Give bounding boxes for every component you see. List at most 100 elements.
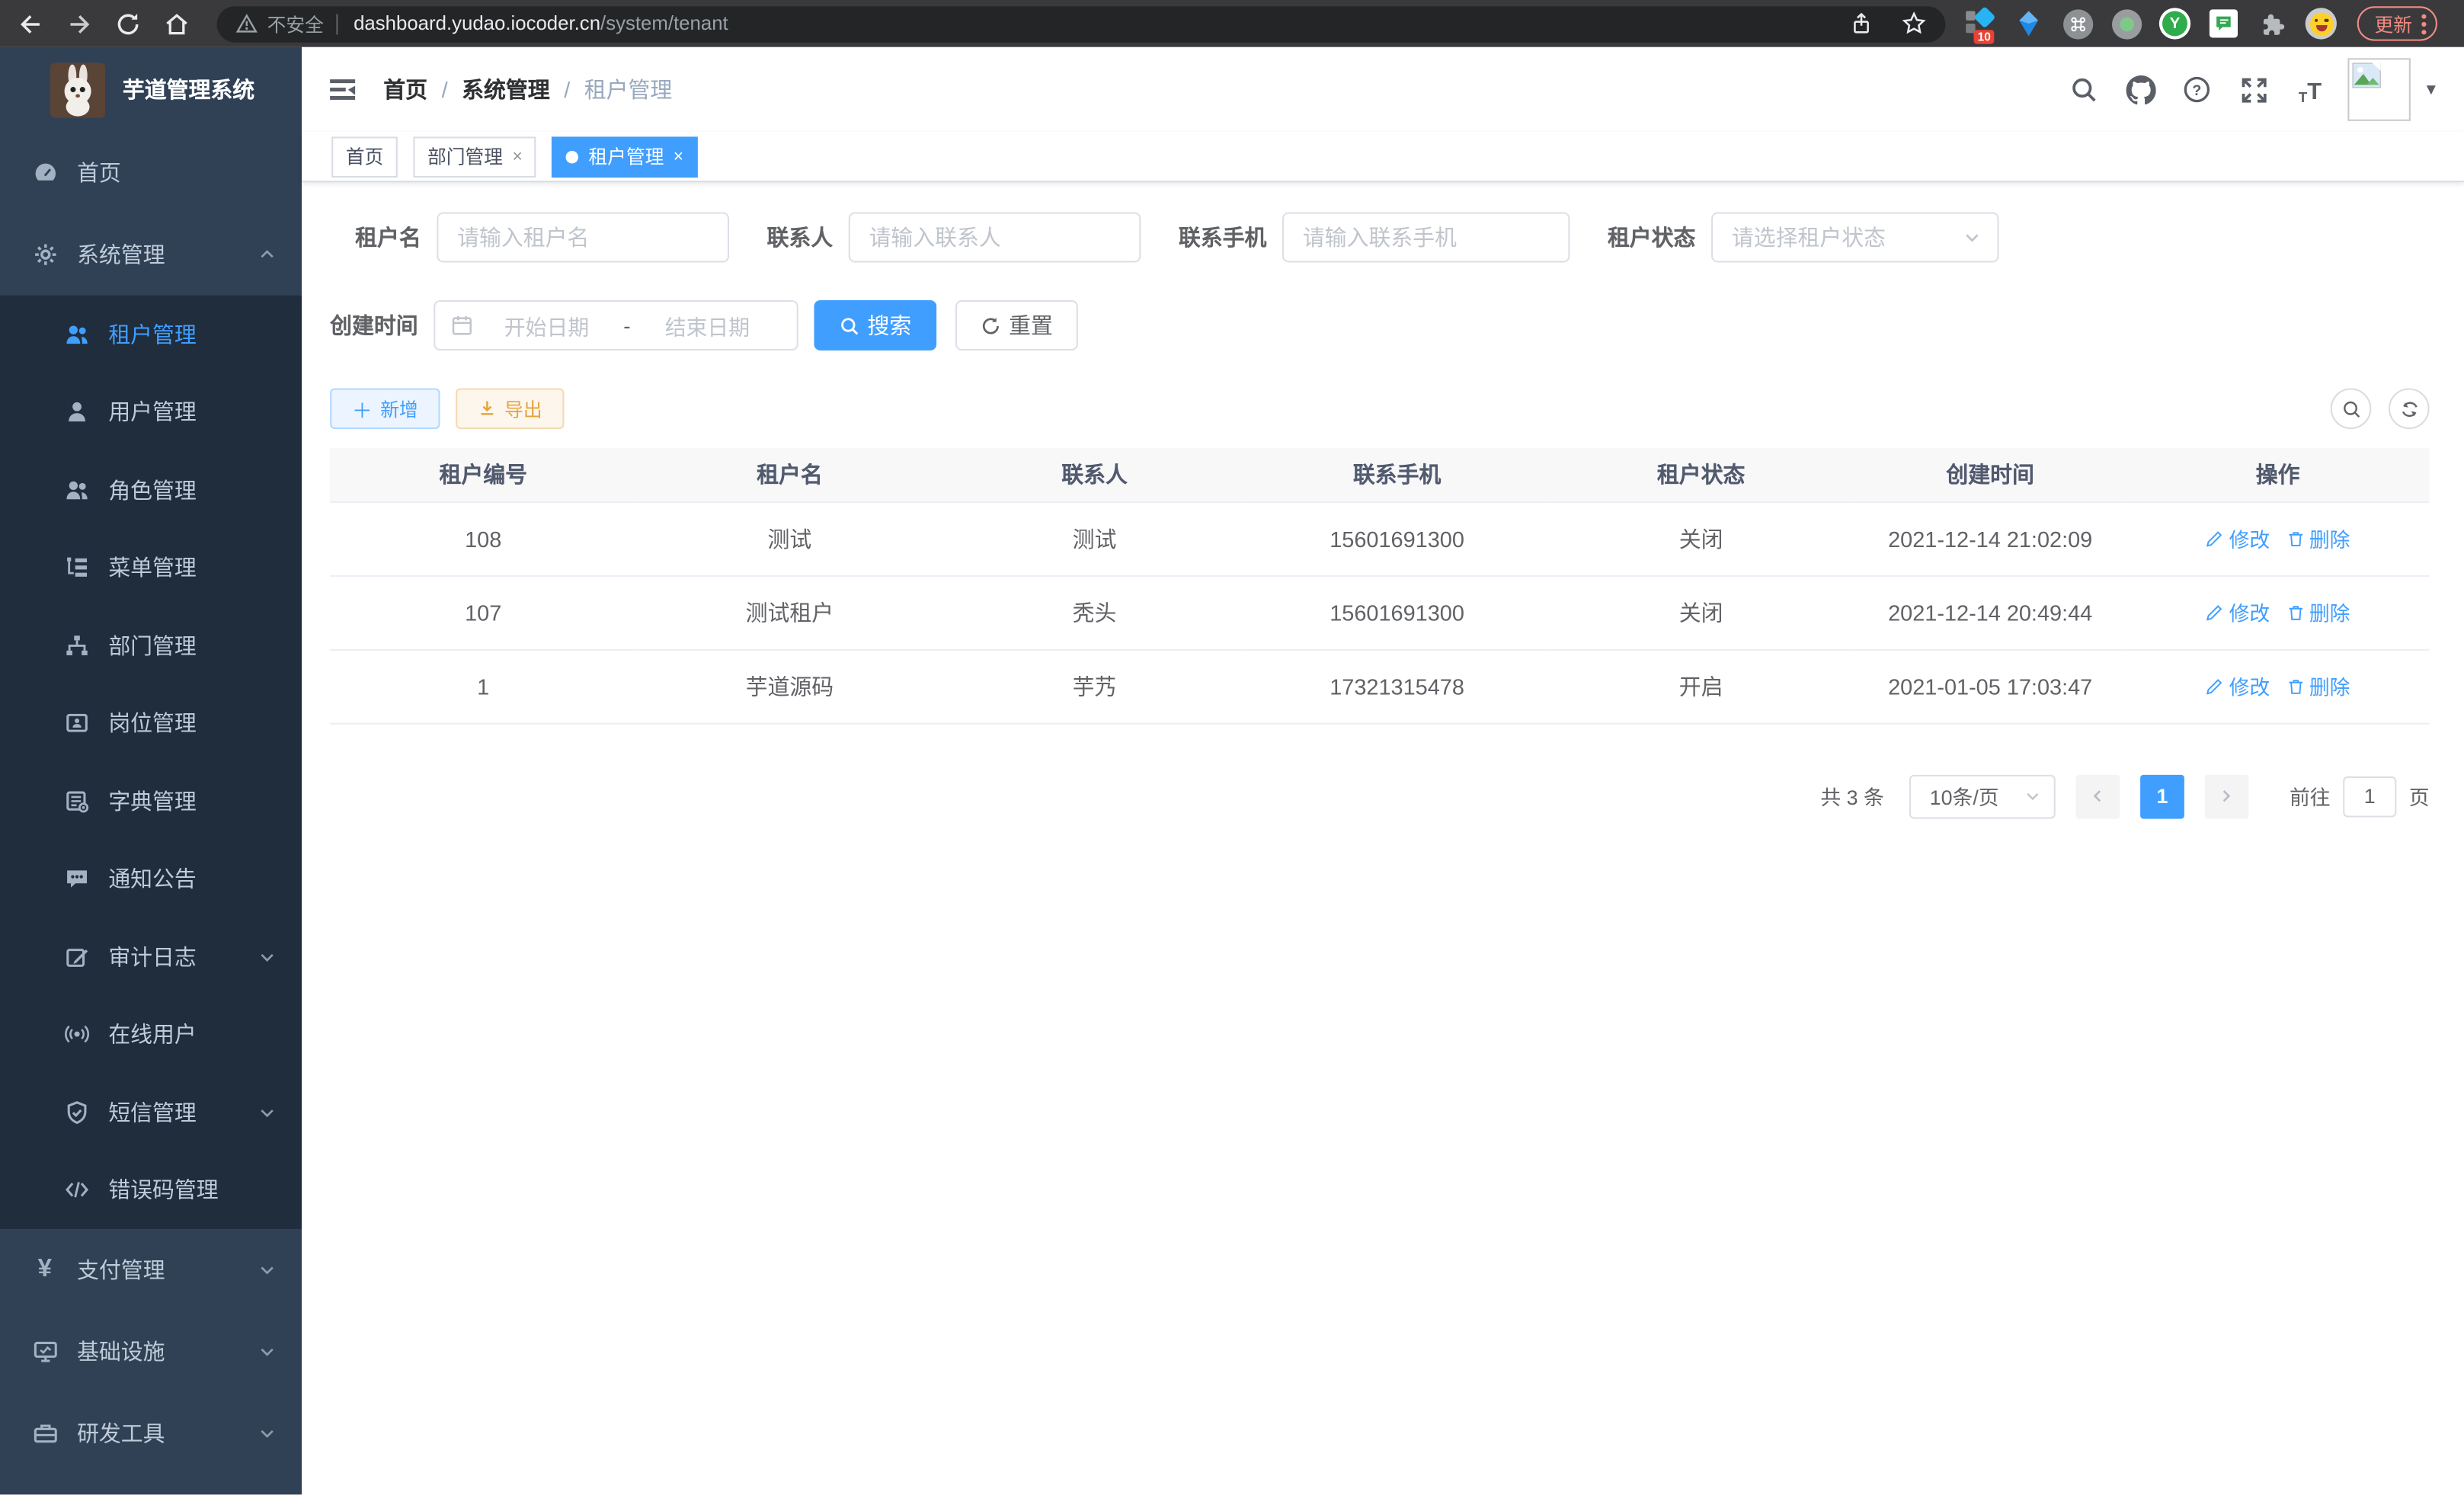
sidebar-collapse-button[interactable] xyxy=(327,74,358,105)
edit-link[interactable]: 修改 xyxy=(2206,597,2270,627)
browser-home-button[interactable] xyxy=(162,9,190,37)
sidebar-item-label: 字典管理 xyxy=(108,786,277,817)
search-button[interactable]: 搜索 xyxy=(814,300,936,351)
start-date-placeholder[interactable]: 开始日期 xyxy=(473,309,620,341)
tenant-users-icon xyxy=(63,321,90,347)
extension-chat-icon[interactable] xyxy=(2208,8,2239,39)
sidebar-item-system[interactable]: 系统管理 xyxy=(0,214,302,296)
sidebar-item-audit-log[interactable]: 审计日志 xyxy=(0,918,302,996)
sidebar-item-label: 审计日志 xyxy=(108,941,258,972)
url-host: dashboard.yudao.iocoder.cn xyxy=(354,13,600,35)
extension-gem-icon[interactable] xyxy=(2013,8,2044,39)
status-value: 关闭 xyxy=(1548,501,1854,575)
page-size-select[interactable]: 10条/页 xyxy=(1909,774,2056,818)
add-button[interactable]: ＋ 新增 xyxy=(330,388,440,429)
page-number-button[interactable]: 1 xyxy=(2140,774,2184,818)
browser-update-button[interactable]: 更新 xyxy=(2357,6,2437,40)
prev-page-button[interactable] xyxy=(2075,774,2120,818)
url-bar[interactable]: 不安全 dashboard.yudao.iocoder.cn/system/te… xyxy=(217,5,1946,41)
sidebar-item-infra[interactable]: 基础设施 xyxy=(0,1311,302,1392)
col-tenant-name: 租户名 xyxy=(636,448,942,501)
logo[interactable]: 芋道管理系统 xyxy=(0,47,302,132)
sidebar-item-menu[interactable]: 菜单管理 xyxy=(0,529,302,607)
header-search-button[interactable] xyxy=(2068,74,2099,105)
download-icon xyxy=(478,399,497,418)
hamburger-icon xyxy=(327,74,358,105)
sidebar-item-pay[interactable]: ¥ 支付管理 xyxy=(0,1229,302,1311)
bookmark-star-button[interactable] xyxy=(1902,11,1927,36)
delete-link[interactable]: 删除 xyxy=(2286,597,2350,627)
next-page-button[interactable] xyxy=(2205,774,2249,818)
browser-back-button[interactable] xyxy=(16,9,44,37)
date-range-picker[interactable]: 开始日期 - 结束日期 xyxy=(434,300,798,351)
avatar-caret-icon[interactable]: ▼ xyxy=(2424,81,2439,98)
breadcrumb-home[interactable]: 首页 xyxy=(383,74,427,105)
sidebar-item-error-code[interactable]: 错误码管理 xyxy=(0,1151,302,1229)
status-value: 开启 xyxy=(1548,649,1854,723)
tab-dept[interactable]: 部门管理 × xyxy=(413,136,536,177)
browser-menu-kebab-icon[interactable] xyxy=(2421,11,2426,35)
status-select[interactable]: 请选择租户状态 xyxy=(1711,212,1998,262)
sidebar-item-post[interactable]: 岗位管理 xyxy=(0,684,302,762)
sidebar-item-label: 用户管理 xyxy=(108,396,277,427)
tab-tenant[interactable]: 租户管理 × xyxy=(552,136,698,177)
extension-dot-icon[interactable] xyxy=(2110,8,2142,39)
sidebar-item-role[interactable]: 角色管理 xyxy=(0,451,302,529)
sidebar-item-tenant[interactable]: 租户管理 xyxy=(0,296,302,373)
extension-badge: 10 xyxy=(1974,29,1995,44)
sidebar-item-devtool[interactable]: 研发工具 xyxy=(0,1392,302,1474)
star-icon xyxy=(1902,11,1927,36)
sidebar-item-label: 部门管理 xyxy=(108,630,277,661)
edit-link[interactable]: 修改 xyxy=(2206,523,2270,553)
breadcrumb: 首页 / 系统管理 / 租户管理 xyxy=(383,74,672,105)
sidebar-item-user[interactable]: 用户管理 xyxy=(0,373,302,451)
contact-input[interactable] xyxy=(849,212,1141,262)
export-button[interactable]: 导出 xyxy=(456,388,564,429)
reset-button[interactable]: 重置 xyxy=(955,300,1078,351)
devtool-icon xyxy=(31,1420,58,1446)
refresh-table-button[interactable] xyxy=(2389,388,2430,429)
breadcrumb-system[interactable]: 系统管理 xyxy=(462,74,550,105)
extension-y-icon[interactable]: Y xyxy=(2159,8,2190,39)
sidebar-item-label: 菜单管理 xyxy=(108,552,277,583)
browser-reload-button[interactable] xyxy=(114,9,142,37)
close-icon[interactable]: × xyxy=(674,147,683,166)
sidebar-item-online-user[interactable]: 在线用户 xyxy=(0,996,302,1074)
extension-blocks-icon[interactable]: 10 xyxy=(1964,8,1995,39)
extension-emoji-icon[interactable] xyxy=(2306,8,2337,39)
avatar[interactable] xyxy=(2348,58,2411,121)
status-label: 租户状态 xyxy=(1608,222,1696,253)
goto-page-input[interactable] xyxy=(2343,776,2396,817)
toggle-search-button[interactable] xyxy=(2331,388,2372,429)
sidebar-item-dept[interactable]: 部门管理 xyxy=(0,607,302,684)
chevron-up-icon xyxy=(258,245,277,264)
tenant-name-input[interactable] xyxy=(437,212,729,262)
phone-input[interactable] xyxy=(1282,212,1570,262)
delete-link[interactable]: 删除 xyxy=(2286,523,2350,553)
search-icon xyxy=(2341,399,2361,419)
help-button[interactable]: ? xyxy=(2181,74,2213,105)
sidebar-item-sms[interactable]: 短信管理 xyxy=(0,1074,302,1151)
table-row: 108 测试 测试 15601691300 关闭 2021-12-14 21:0… xyxy=(330,501,2430,575)
font-size-button[interactable]: TT xyxy=(2294,74,2325,105)
table-header-row: 租户编号 租户名 联系人 联系手机 租户状态 创建时间 操作 xyxy=(330,448,2430,501)
tab-home[interactable]: 首页 xyxy=(331,136,398,177)
end-date-placeholder[interactable]: 结束日期 xyxy=(634,309,781,341)
extension-command-icon[interactable] xyxy=(2062,8,2093,39)
sidebar-item-notice[interactable]: 通知公告 xyxy=(0,840,302,917)
share-button[interactable] xyxy=(1850,11,1874,35)
sidebar-item-label: 在线用户 xyxy=(108,1019,277,1050)
sidebar-item-home[interactable]: 首页 xyxy=(0,132,302,213)
extensions-puzzle-icon[interactable] xyxy=(2257,8,2288,39)
dict-book-icon xyxy=(63,788,90,815)
edit-link[interactable]: 修改 xyxy=(2206,671,2270,701)
sidebar-item-dict[interactable]: 字典管理 xyxy=(0,762,302,840)
plus-icon: ＋ xyxy=(352,394,373,424)
col-status: 租户状态 xyxy=(1548,448,1854,501)
browser-forward-button[interactable] xyxy=(65,9,93,37)
github-link[interactable] xyxy=(2125,74,2156,105)
forward-arrow-icon xyxy=(66,10,92,37)
fullscreen-button[interactable] xyxy=(2238,74,2269,105)
close-icon[interactable]: × xyxy=(512,147,522,166)
delete-link[interactable]: 删除 xyxy=(2286,671,2350,701)
